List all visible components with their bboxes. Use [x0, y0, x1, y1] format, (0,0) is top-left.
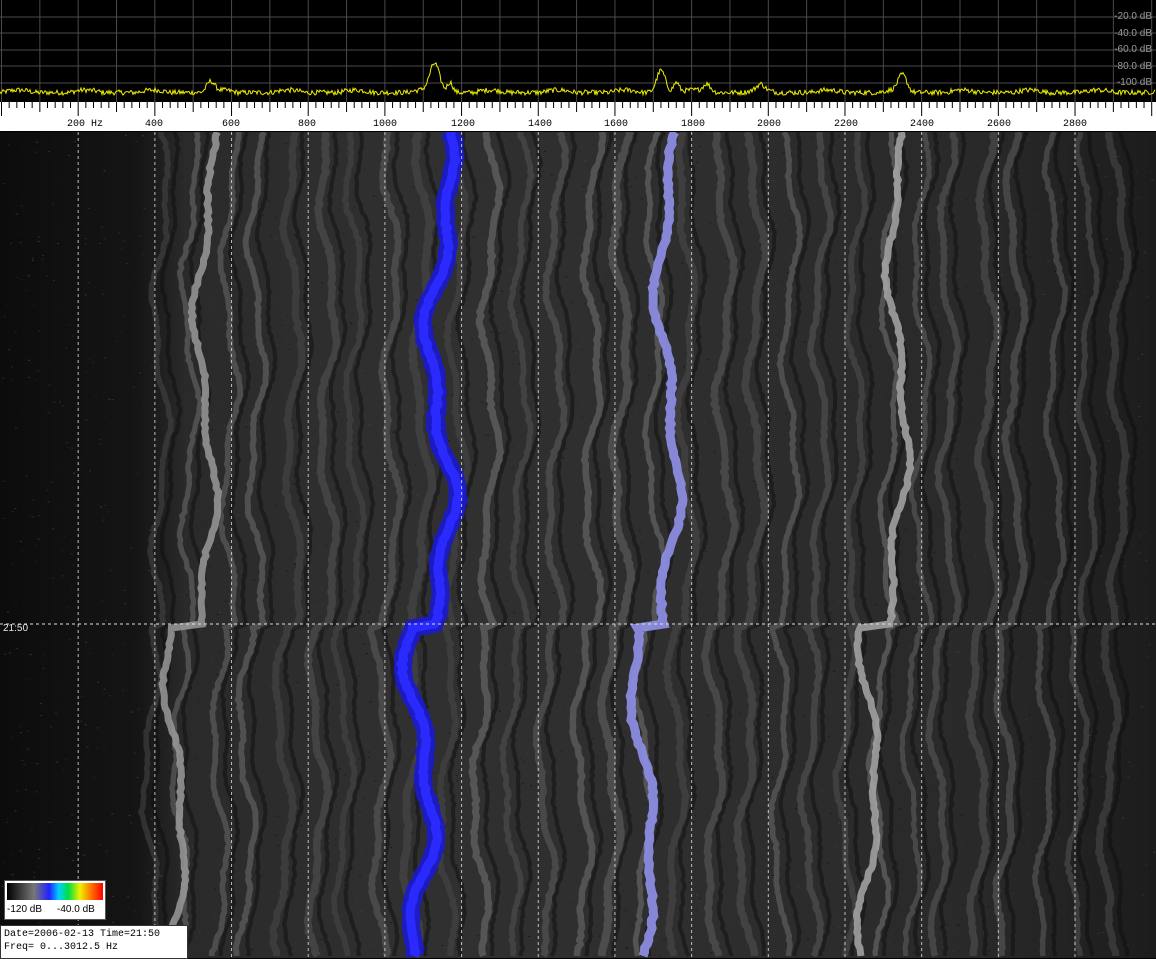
freq-label-400: 400	[145, 120, 163, 130]
freq-label-1400: 1400	[528, 120, 552, 130]
color-legend-max: -40.0 dB	[57, 905, 95, 915]
freq-label-1200: 1200	[451, 120, 475, 130]
freq-label-600: 600	[222, 120, 240, 130]
freq-label-2200: 2200	[834, 120, 858, 130]
freq-label-1800: 1800	[681, 120, 705, 130]
date-time-info: Date=2006-02-13 Time=21:50	[4, 929, 160, 940]
time-marker-label: 21:50	[3, 624, 28, 634]
db-label-100: -100 dB	[1117, 78, 1152, 88]
freq-label-2000: 2000	[757, 120, 781, 130]
scale-ticks	[0, 102, 1156, 131]
spectrum-display[interactable]: -20.0 dB -40.0 dB -60.0 dB -80.0 dB -100…	[0, 0, 1156, 102]
db-label-60: -60.0 dB	[1114, 45, 1152, 55]
spectrum-plot	[0, 0, 1156, 102]
freq-label-1600: 1600	[604, 120, 628, 130]
db-label-80: -80.0 dB	[1114, 62, 1152, 72]
freq-label-2800: 2800	[1063, 120, 1087, 130]
freq-label-1000: 1000	[373, 120, 397, 130]
freq-label-2400: 2400	[910, 120, 934, 130]
freq-label-200: 200 Hz	[67, 120, 103, 130]
color-legend: -120 dB -40.0 dB	[4, 880, 106, 920]
info-box: Date=2006-02-13 Time=21:50 Freq= 0...301…	[0, 925, 188, 959]
color-legend-min: -120 dB	[7, 905, 42, 915]
freq-range-info: Freq= 0...3012.5 Hz	[4, 942, 118, 953]
db-label-20: -20.0 dB	[1114, 12, 1152, 22]
db-label-40: -40.0 dB	[1114, 29, 1152, 39]
frequency-scale[interactable]: 200 Hz 400 600 800 1000 1200 1400 1600 1…	[0, 102, 1156, 132]
freq-label-2600: 2600	[987, 120, 1011, 130]
waterfall-display[interactable]: 21:50	[0, 132, 1156, 958]
waterfall-image	[0, 132, 1156, 958]
freq-label-800: 800	[298, 120, 316, 130]
color-gradient	[7, 883, 103, 900]
